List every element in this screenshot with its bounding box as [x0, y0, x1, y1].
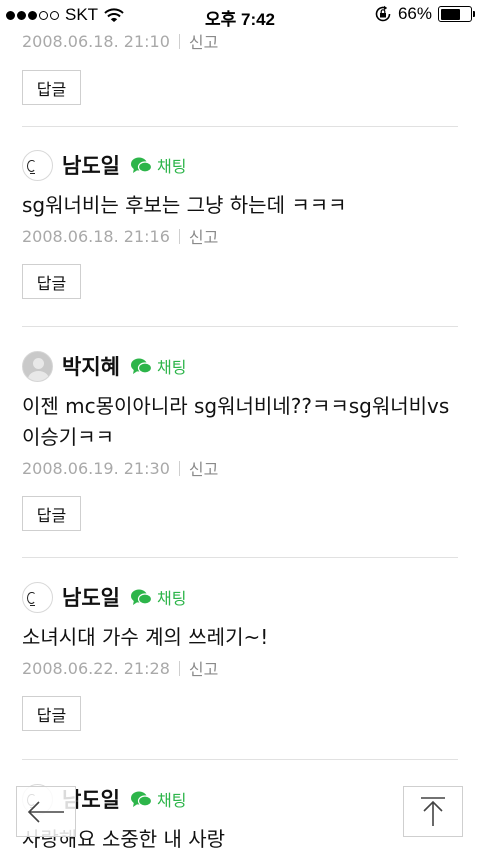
chat-label: 채팅 [156, 358, 187, 377]
comment-item: 박지혜 채팅 이젠 mc몽이아니라 sg워너비네??ㅋㅋsg워너비vs이승기ㅋㅋ… [22, 349, 458, 531]
comment-date: 2008.06.22. 21:28 [22, 658, 170, 678]
status-right: 66% [374, 4, 475, 24]
comment-item: 남도일 채팅 sg워너비는 후보는 그냥 하는데 ㅋㅋㅋ 2008.06.18.… [22, 148, 458, 299]
divider [22, 759, 458, 760]
meta-separator [178, 228, 180, 244]
comment-text: sg워너비는 후보는 그냥 하는데 ㅋㅋㅋ [22, 193, 347, 217]
divider [22, 126, 458, 127]
comment-meta: 2008.06.18. 21:10 신고 [22, 29, 458, 53]
speech-bubble-icon [130, 358, 152, 374]
comment-header: 남도일 채팅 [22, 782, 458, 816]
comment-text: 사랑해요 소중한 내 사랑 [22, 827, 226, 851]
divider [22, 557, 458, 558]
author-name[interactable]: 남도일 [62, 150, 120, 180]
reply-button[interactable]: 답글 [22, 496, 81, 531]
author-name[interactable]: 남도일 [62, 582, 120, 612]
chat-label: 채팅 [156, 589, 187, 608]
meta-separator [178, 460, 180, 476]
author-name[interactable]: 박지혜 [62, 351, 120, 381]
reply-button[interactable]: 답글 [22, 264, 81, 299]
report-link[interactable]: 신고 [189, 224, 218, 248]
speech-bubble-icon [130, 157, 152, 173]
chat-button[interactable]: 채팅 [130, 354, 187, 378]
battery-percent: 66% [397, 4, 432, 23]
arrow-left-icon [27, 800, 64, 823]
back-button[interactable] [16, 786, 76, 837]
comment-item: 남도일 채팅 소녀시대 가수 계의 쓰레기~! 2008.06.22. 21:2… [22, 580, 458, 731]
comment-date: 2008.06.18. 21:10 [22, 31, 170, 51]
arrow-up-to-top-icon [421, 796, 445, 826]
comment-list: 2008.06.18. 21:10 신고 답글 남도일 채팅 sg워너비는 후보… [0, 0, 480, 852]
rotation-lock-icon [375, 5, 391, 22]
avatar[interactable] [22, 149, 53, 181]
comment-meta: 2008.06.19. 21:30 신고 [22, 456, 458, 480]
comment-date: 2008.06.18. 21:16 [22, 226, 170, 246]
comment-meta: 2008.06.18. 21:16 신고 [22, 224, 458, 248]
avatar[interactable] [22, 350, 53, 382]
meta-separator [178, 660, 180, 676]
chat-label: 채팅 [156, 791, 187, 810]
comment-item: 2008.06.18. 21:10 신고 답글 [22, 26, 458, 105]
speech-bubble-icon [130, 791, 152, 807]
chat-button[interactable]: 채팅 [130, 585, 187, 609]
scroll-top-button[interactable] [403, 786, 463, 837]
report-link[interactable]: 신고 [189, 29, 218, 53]
reply-button[interactable]: 답글 [22, 696, 81, 731]
comment-header: 박지혜 채팅 [22, 349, 458, 383]
comment-header: 남도일 채팅 [22, 148, 458, 182]
chat-button[interactable]: 채팅 [130, 153, 187, 177]
report-link[interactable]: 신고 [189, 456, 218, 480]
comment-date: 2008.06.19. 21:30 [22, 458, 170, 478]
avatar[interactable] [22, 581, 53, 613]
reply-button[interactable]: 답글 [22, 70, 81, 105]
comment-item: 남도일 채팅 사랑해요 소중한 내 사랑 [22, 782, 458, 852]
comment-header: 남도일 채팅 [22, 580, 458, 614]
speech-bubble-icon [130, 589, 152, 605]
report-link[interactable]: 신고 [189, 656, 218, 680]
comment-meta: 2008.06.22. 21:28 신고 [22, 656, 458, 680]
battery-icon [438, 6, 475, 22]
meta-separator [178, 33, 180, 49]
chat-label: 채팅 [156, 157, 187, 176]
divider [22, 326, 458, 327]
chat-button[interactable]: 채팅 [130, 787, 187, 811]
comment-text: 이젠 mc몽이아니라 sg워너비네??ㅋㅋsg워너비vs이승기ㅋㅋ [22, 394, 450, 449]
status-bar: SKT 오후 7:42 66% [0, 0, 480, 30]
comment-text: 소녀시대 가수 계의 쓰레기~! [22, 625, 269, 649]
